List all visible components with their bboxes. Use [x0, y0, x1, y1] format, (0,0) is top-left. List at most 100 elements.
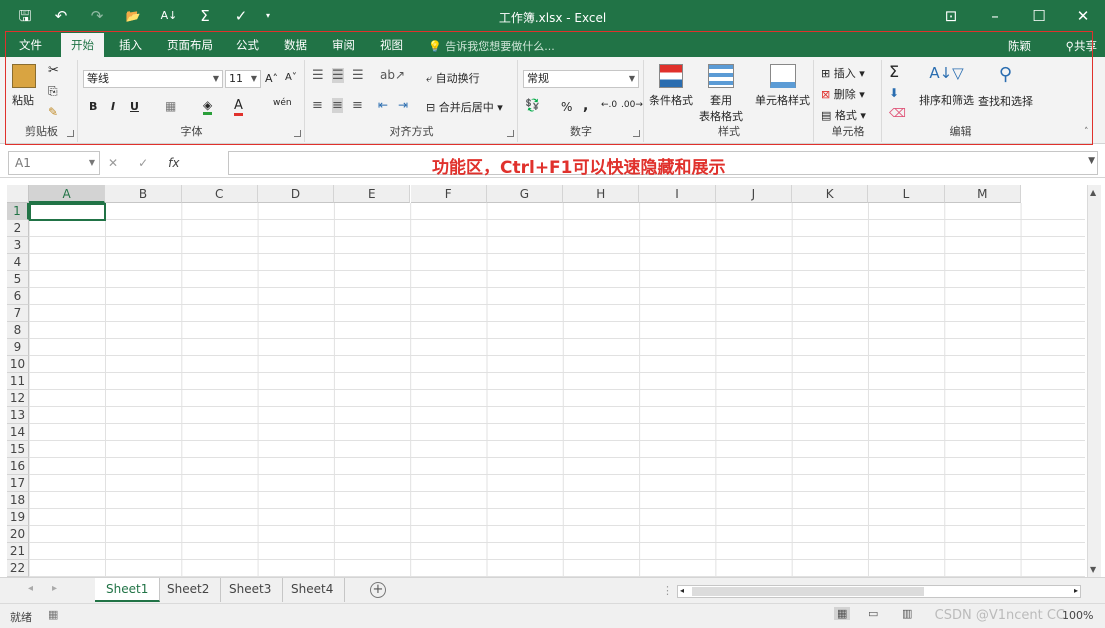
tab-data[interactable]: 数据: [274, 33, 317, 57]
row-header[interactable]: 9: [7, 339, 29, 356]
fill-color-icon[interactable]: ◈: [203, 98, 213, 115]
font-size-select[interactable]: 11 ▼: [225, 70, 261, 88]
sheet-tab-3[interactable]: Sheet3: [218, 578, 284, 602]
decrease-decimal-icon[interactable]: .00→: [621, 100, 643, 110]
merge-center-button[interactable]: ⊟ 合并后居中 ▾: [426, 99, 503, 115]
ribbon-display-icon[interactable]: ⊡: [929, 0, 973, 33]
collapse-ribbon-icon[interactable]: ˄: [1084, 127, 1089, 137]
row-header[interactable]: 8: [7, 322, 29, 339]
select-all-button[interactable]: [7, 185, 29, 203]
horizontal-scrollbar[interactable]: ◂ ▸: [677, 585, 1081, 598]
scroll-thumb[interactable]: [692, 587, 924, 596]
name-box[interactable]: A1 ▼: [8, 151, 100, 175]
phonetic-button[interactable]: wén: [273, 98, 292, 108]
row-header[interactable]: 16: [7, 458, 29, 475]
decrease-indent-icon[interactable]: ⇤: [378, 98, 388, 112]
page-layout-view-icon[interactable]: ▭: [868, 607, 878, 620]
row-header[interactable]: 19: [7, 509, 29, 526]
insert-function-icon[interactable]: fx: [168, 156, 179, 170]
prev-sheet-icon[interactable]: ◂: [28, 583, 33, 594]
column-header[interactable]: C: [181, 185, 258, 203]
sheet-tab-2[interactable]: Sheet2: [156, 578, 222, 602]
split-handle-icon[interactable]: ⋮: [662, 584, 673, 597]
row-header[interactable]: 17: [7, 475, 29, 492]
column-header[interactable]: H: [563, 185, 640, 203]
enter-icon[interactable]: ✓: [138, 156, 148, 170]
find-select-button[interactable]: ⚲ 查找和选择: [978, 64, 1033, 109]
align-middle-icon[interactable]: ☰: [332, 68, 344, 83]
align-right-icon[interactable]: ≡: [352, 98, 363, 113]
row-header[interactable]: 5: [7, 271, 29, 288]
border-icon[interactable]: ▦: [165, 99, 176, 113]
scroll-up-icon[interactable]: ▲: [1090, 188, 1096, 197]
row-header[interactable]: 11: [7, 373, 29, 390]
tab-file[interactable]: 文件: [9, 33, 52, 57]
column-header[interactable]: I: [639, 185, 716, 203]
align-left-icon[interactable]: ≡: [312, 98, 323, 113]
tab-insert[interactable]: 插入: [109, 33, 152, 57]
maximize-button[interactable]: ☐: [1017, 0, 1061, 33]
tell-me-search[interactable]: 💡 告诉我您想要做什么...: [428, 38, 555, 54]
expand-formula-icon[interactable]: ▼: [1088, 156, 1095, 166]
macro-record-icon[interactable]: ▦: [48, 608, 58, 621]
tab-page-layout[interactable]: 页面布局: [157, 33, 223, 57]
page-break-view-icon[interactable]: ▥: [902, 607, 912, 620]
column-header[interactable]: K: [792, 185, 869, 203]
format-cells-button[interactable]: ▤ 格式 ▾: [821, 107, 866, 123]
row-header[interactable]: 18: [7, 492, 29, 509]
column-header[interactable]: M: [944, 185, 1021, 203]
next-sheet-icon[interactable]: ▸: [52, 583, 57, 594]
fill-icon[interactable]: ⬇: [889, 86, 899, 100]
delete-cells-button[interactable]: ⊠ 删除 ▾: [821, 86, 865, 102]
tab-view[interactable]: 视图: [370, 33, 413, 57]
column-header[interactable]: B: [105, 185, 182, 203]
row-header[interactable]: 22: [7, 560, 29, 577]
worksheet-grid[interactable]: ABCDEFGHIJKLM 1 2 3 4 5 6 7 8 9 10 11 12 13 14 15 16 17 1…: [0, 185, 1085, 577]
minimize-button[interactable]: –: [973, 0, 1017, 33]
autosum-button[interactable]: Σ: [889, 62, 899, 81]
row-header[interactable]: 15: [7, 441, 29, 458]
row-header[interactable]: 20: [7, 526, 29, 543]
cancel-icon[interactable]: ✕: [108, 156, 118, 170]
wrap-text-button[interactable]: ⤶ 自动换行: [426, 70, 480, 86]
underline-button[interactable]: U: [130, 100, 139, 113]
scroll-left-icon[interactable]: ◂: [680, 586, 684, 595]
scroll-right-icon[interactable]: ▸: [1074, 586, 1078, 595]
vertical-scrollbar[interactable]: ▲ ▼: [1087, 185, 1101, 577]
number-format-select[interactable]: 常规 ▼: [523, 70, 639, 88]
orientation-icon[interactable]: ab↗: [380, 68, 405, 82]
percent-button[interactable]: %: [561, 100, 572, 114]
number-launcher-icon[interactable]: [633, 130, 640, 137]
increase-decimal-icon[interactable]: ←.0: [601, 100, 617, 110]
row-header[interactable]: 6: [7, 288, 29, 305]
user-name[interactable]: 陈颖: [1008, 38, 1031, 54]
sheet-tab-4[interactable]: Sheet4: [280, 578, 346, 602]
paste-button[interactable]: 粘贴: [12, 64, 36, 108]
row-header[interactable]: 3: [7, 237, 29, 254]
row-header[interactable]: 14: [7, 424, 29, 441]
add-sheet-button[interactable]: +: [370, 582, 386, 598]
increase-indent-icon[interactable]: ⇥: [398, 98, 408, 112]
alignment-launcher-icon[interactable]: [507, 130, 514, 137]
cut-icon[interactable]: ✂: [48, 63, 59, 78]
align-top-icon[interactable]: ☰: [312, 68, 324, 83]
column-header[interactable]: E: [334, 185, 411, 203]
row-header[interactable]: 13: [7, 407, 29, 424]
align-center-icon[interactable]: ≡: [332, 98, 343, 113]
share-button[interactable]: ⚲共享: [1066, 38, 1097, 54]
copy-icon[interactable]: ⎘: [48, 84, 58, 99]
column-header[interactable]: J: [715, 185, 792, 203]
column-header[interactable]: F: [410, 185, 487, 203]
close-button[interactable]: ✕: [1061, 0, 1105, 33]
row-header[interactable]: 4: [7, 254, 29, 271]
clipboard-launcher-icon[interactable]: [67, 130, 74, 137]
zoom-level[interactable]: 100%: [1062, 609, 1093, 622]
column-header[interactable]: D: [257, 185, 335, 203]
column-header[interactable]: A: [29, 185, 106, 203]
grow-font-button[interactable]: A˄: [265, 72, 278, 85]
tab-review[interactable]: 审阅: [322, 33, 365, 57]
conditional-formatting-button[interactable]: 条件格式: [649, 64, 693, 108]
active-cell[interactable]: [29, 203, 106, 221]
bold-button[interactable]: B: [89, 100, 97, 113]
sheet-tab-1[interactable]: Sheet1: [95, 578, 161, 602]
